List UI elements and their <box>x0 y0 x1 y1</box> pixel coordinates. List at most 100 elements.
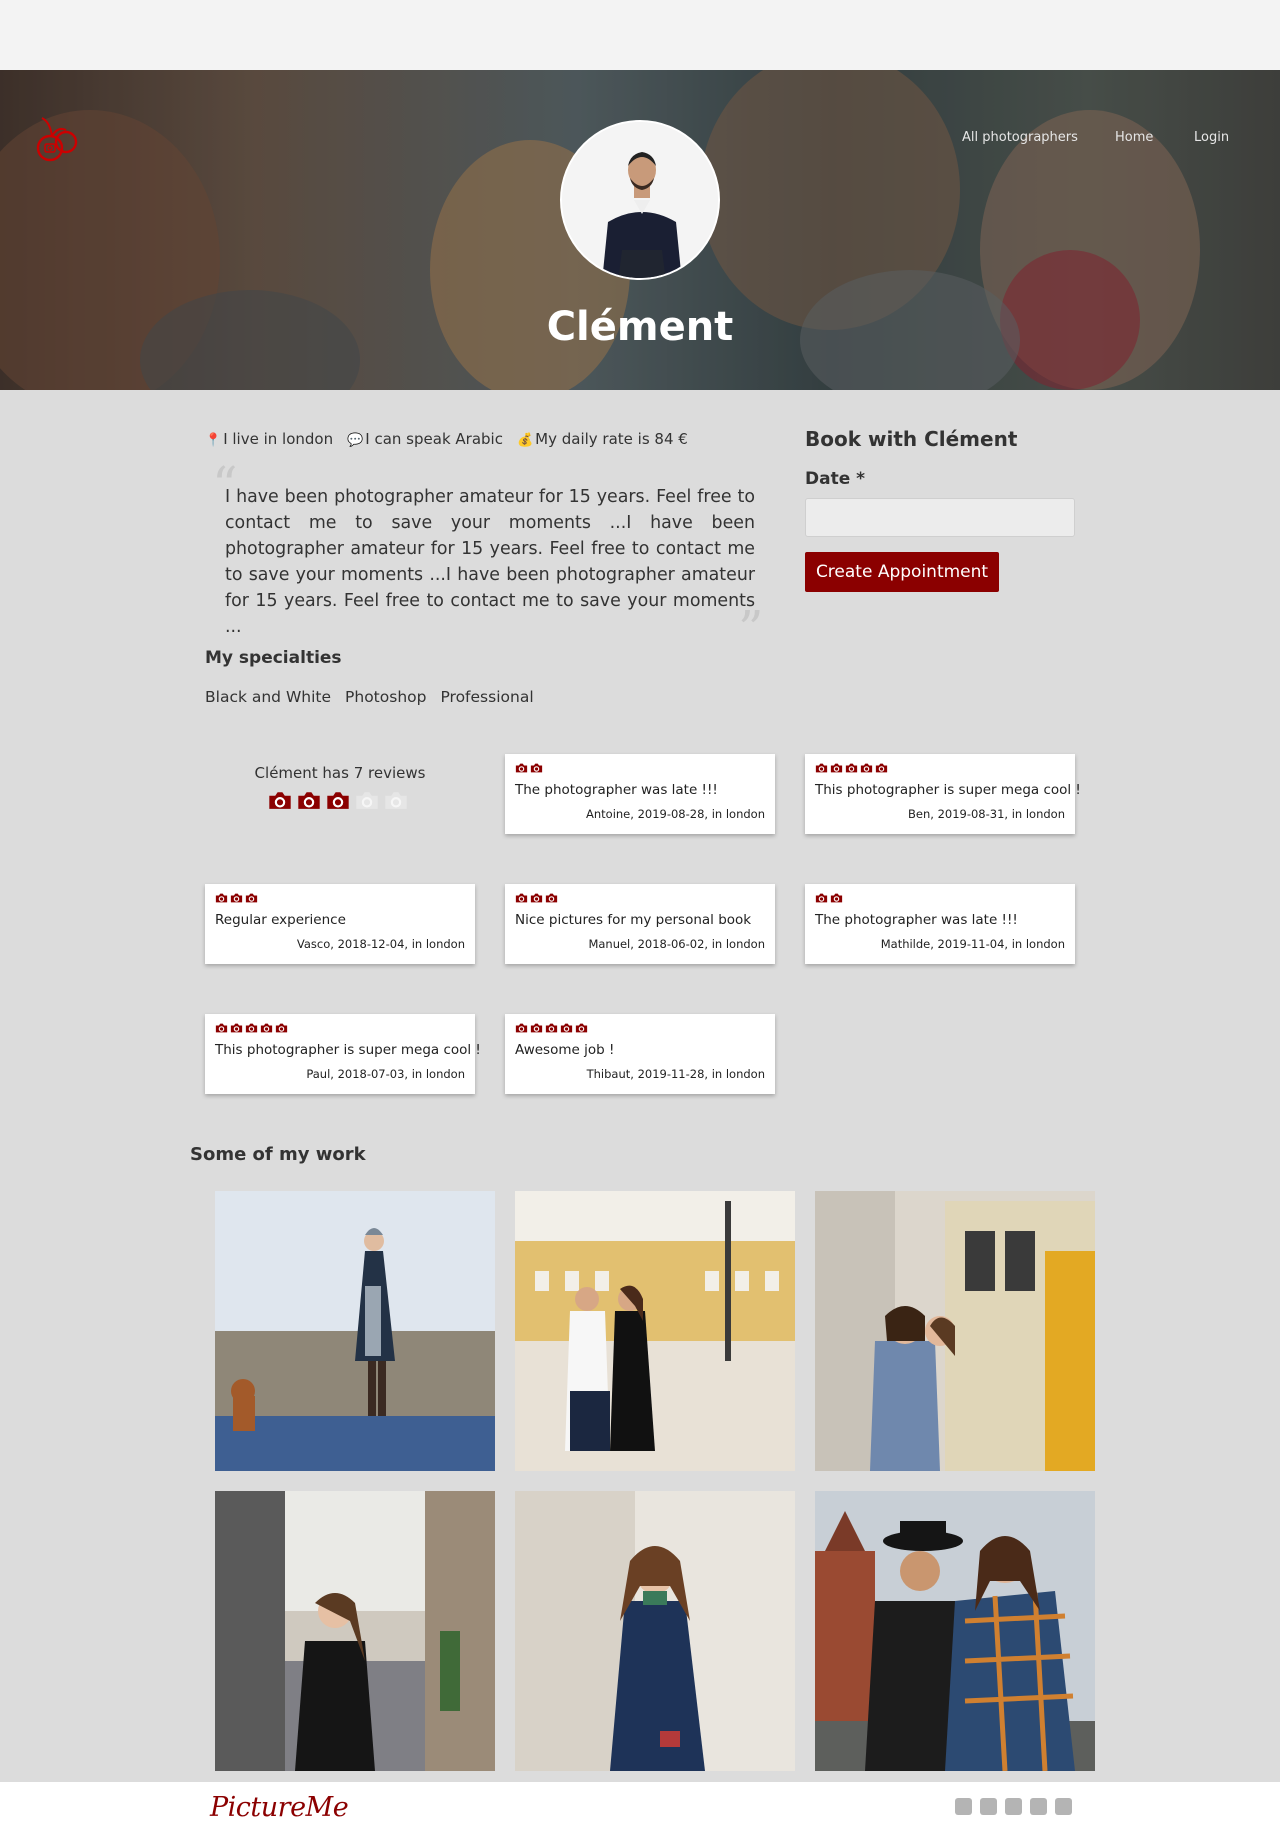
work-title: Some of my work <box>190 1144 366 1165</box>
location-text: I live in london <box>223 430 334 448</box>
review-rating <box>215 893 258 903</box>
camera-rating-icon-filled <box>230 1023 243 1033</box>
facebook-icon[interactable] <box>1005 1798 1022 1815</box>
review-text: Awesome job ! <box>515 1042 615 1058</box>
camera-rating-icon-filled <box>515 893 528 903</box>
specialties-title: My specialties <box>205 648 342 668</box>
review-meta: Vasco, 2018-12-04, in london <box>296 937 465 951</box>
nav-home-link[interactable]: Home <box>1115 130 1153 145</box>
review-meta: Antoine, 2019-08-28, in london <box>586 807 765 821</box>
location-fact: 📍 I live in london <box>205 430 333 448</box>
portfolio-photo[interactable] <box>815 1191 1095 1471</box>
portfolio-photo[interactable] <box>215 1491 495 1771</box>
review-text: The photographer was late !!! <box>815 912 1018 928</box>
review-meta: Paul, 2018-07-03, in london <box>306 1067 465 1081</box>
portfolio-photo[interactable] <box>815 1491 1095 1771</box>
camera-rating-icon-filled <box>530 893 543 903</box>
rate-fact: 💰 My daily rate is 84 € <box>517 430 688 448</box>
camera-rating-icon-filled <box>215 1023 228 1033</box>
camera-rating-icon-filled <box>575 1023 588 1033</box>
review-rating <box>515 1023 588 1033</box>
average-rating <box>268 791 408 810</box>
review-rating <box>515 763 543 773</box>
review-text: Regular experience <box>215 912 346 928</box>
rate-text: My daily rate is 84 € <box>535 430 688 448</box>
specialty-tag: Professional <box>440 688 534 706</box>
camera-rating-icon-filled <box>515 763 528 773</box>
review-meta: Manuel, 2018-06-02, in london <box>588 937 765 951</box>
portfolio-photo[interactable] <box>215 1191 495 1471</box>
camera-rating-icon-filled <box>875 763 888 773</box>
money-bag-icon: 💰 <box>516 433 534 448</box>
camera-rating-icon-filled <box>269 792 291 809</box>
portfolio-photo[interactable] <box>515 1491 795 1771</box>
review-meta: Thibaut, 2019-11-28, in london <box>586 1067 765 1081</box>
footer: PictureMe <box>0 1782 1280 1832</box>
camera-rating-icon-filled <box>260 1023 273 1033</box>
nav-login-link[interactable]: Login <box>1194 130 1229 145</box>
review-meta: Mathilde, 2019-11-04, in london <box>880 937 1065 951</box>
camera-rating-icon-filled <box>245 893 258 903</box>
camera-rating-icon-filled <box>245 1023 258 1033</box>
camera-rating-icon-filled <box>560 1023 573 1033</box>
twitter-icon[interactable] <box>1030 1798 1047 1815</box>
date-label: Date * <box>805 469 865 489</box>
camera-rating-icon-filled <box>815 763 828 773</box>
camera-rating-icon-filled <box>830 893 843 903</box>
profile-facts: 📍 I live in london 💬 I can speak Arabic 💰 M… <box>205 430 688 448</box>
language-text: I can speak Arabic <box>365 430 503 448</box>
review-text: This photographer is super mega cool ! <box>815 782 1081 798</box>
review-rating <box>815 763 888 773</box>
review-card: Nice pictures for my personal book Manue… <box>505 884 775 964</box>
photographer-name: Clément <box>546 304 734 350</box>
close-quote-icon: ” <box>738 600 764 658</box>
specialty-tag: Photoshop <box>345 688 427 706</box>
review-text: The photographer was late !!! <box>515 782 718 798</box>
review-rating <box>815 893 843 903</box>
create-appointment-button[interactable]: Create Appointment <box>805 552 999 592</box>
camera-rating-icon-filled <box>845 763 858 773</box>
camera-rating-icon-filled <box>830 763 843 773</box>
review-card: This photographer is super mega cool ! P… <box>205 1014 481 1094</box>
review-rating <box>515 893 558 903</box>
camera-rating-icon-filled <box>230 893 243 903</box>
speech-bubble-icon: 💬 <box>347 433 364 448</box>
review-card: Regular experience Vasco, 2018-12-04, in… <box>205 884 475 964</box>
pin-icon: 📍 <box>205 433 222 448</box>
language-fact: 💬 I can speak Arabic <box>347 430 503 448</box>
review-summary: Clément has 7 reviews <box>254 764 426 782</box>
camera-rating-icon-filled <box>545 893 558 903</box>
hero-banner: All photographers Home Login Clément <box>0 70 1280 390</box>
required-mark: * <box>856 469 866 489</box>
review-meta: Ben, 2019-08-31, in london <box>908 807 1065 821</box>
camera-rating-icon-filled <box>530 1023 543 1033</box>
camera-rating-icon-filled <box>327 792 349 809</box>
review-card: The photographer was late !!! Mathilde, … <box>805 884 1075 964</box>
camera-rating-icon-empty <box>385 792 407 809</box>
cherry-logo-icon[interactable] <box>32 112 82 168</box>
camera-rating-icon-filled <box>215 893 228 903</box>
review-text: This photographer is super mega cool ! <box>215 1042 481 1058</box>
camera-rating-icon-filled <box>275 1023 288 1033</box>
social-links <box>955 1798 1072 1815</box>
review-card: Awesome job ! Thibaut, 2019-11-28, in lo… <box>505 1014 775 1094</box>
review-rating <box>215 1023 288 1033</box>
camera-rating-icon-filled <box>545 1023 558 1033</box>
linkedin-icon[interactable] <box>1055 1798 1072 1815</box>
date-input[interactable] <box>805 498 1075 537</box>
brand-logo[interactable]: PictureMe <box>210 1792 349 1823</box>
portfolio-photo[interactable] <box>515 1191 795 1471</box>
nav-all-photographers-link[interactable]: All photographers <box>962 130 1078 145</box>
camera-rating-icon-filled <box>815 893 828 903</box>
github-icon[interactable] <box>955 1798 972 1815</box>
camera-rating-icon-empty <box>356 792 378 809</box>
booking-title: Book with Clément <box>805 427 1018 451</box>
specialty-tag: Black and White <box>205 688 332 706</box>
instagram-icon[interactable] <box>980 1798 997 1815</box>
camera-rating-icon-filled <box>298 792 320 809</box>
bio-quote: I have been photographer amateur for 15 … <box>225 487 755 637</box>
specialties-list: Black and White Photoshop Professional <box>205 688 534 706</box>
camera-rating-icon-filled <box>515 1023 528 1033</box>
camera-rating-icon-filled <box>860 763 873 773</box>
review-card: The photographer was late !!! Antoine, 2… <box>505 754 775 834</box>
